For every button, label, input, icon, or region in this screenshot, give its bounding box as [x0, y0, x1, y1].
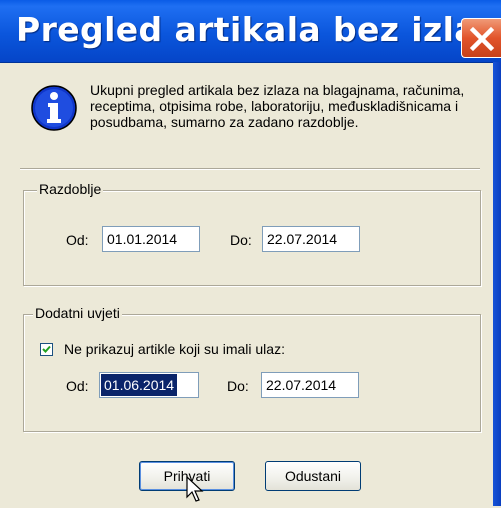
window-frame-right: [493, 62, 501, 506]
dodatni-do-input[interactable]: 22.07.2014: [261, 372, 359, 398]
razdoblje-do-input[interactable]: 22.07.2014: [262, 226, 360, 252]
cancel-button[interactable]: Odustani: [265, 461, 361, 491]
info-description: Ukupni pregled artikala bez izlaza na bl…: [90, 82, 465, 130]
window-title: Pregled artikala bez izlaza: [16, 10, 501, 49]
close-button[interactable]: [461, 18, 501, 58]
razdoblje-do-label: Do:: [230, 232, 252, 248]
group-dodatni-legend: Dodatni uvjeti: [33, 305, 122, 321]
dodatni-do-label: Do:: [227, 378, 249, 394]
group-razdoblje: [23, 190, 481, 286]
razdoblje-od-label: Od:: [66, 232, 89, 248]
group-razdoblje-legend: Razdoblje: [37, 181, 104, 197]
title-bar[interactable]: Pregled artikala bez izlaza: [0, 0, 501, 63]
dodatni-od-input[interactable]: 01.06.2014: [99, 372, 199, 398]
dodatni-od-value: 01.06.2014: [101, 374, 178, 396]
razdoblje-od-input[interactable]: 01.01.2014: [102, 226, 200, 252]
mouse-cursor-icon: [186, 475, 206, 508]
separator: [20, 168, 480, 170]
ne-prikazuj-checkbox[interactable]: [40, 343, 53, 356]
dodatni-od-label: Od:: [66, 378, 89, 394]
ne-prikazuj-label[interactable]: Ne prikazuj artikle koji su imali ulaz:: [64, 341, 285, 357]
info-icon: [30, 84, 78, 136]
checkmark-icon: [42, 345, 51, 353]
close-icon: [469, 26, 495, 52]
group-dodatni-uvjeti: [23, 314, 481, 432]
